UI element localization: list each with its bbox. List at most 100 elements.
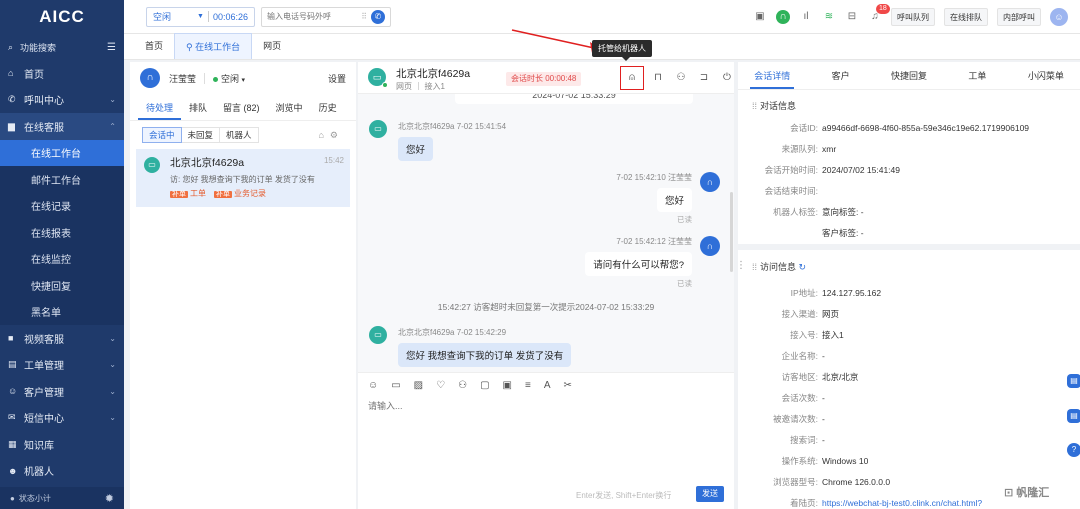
sidebar-item-online[interactable]: ▆ 在线客服 ⌃ xyxy=(0,113,124,140)
sidebar-item-callcenter[interactable]: ✆ 呼叫中心 ⌄ xyxy=(0,87,124,114)
info-value: - xyxy=(822,435,825,445)
sidebar-subitem-4[interactable]: 在线监控 xyxy=(0,245,124,272)
help-icon[interactable]: ? xyxy=(1067,443,1080,457)
sidebar-item-label: 呼叫中心 xyxy=(24,96,64,108)
customer-icon: ☺ xyxy=(8,386,18,397)
subtab-unreplied[interactable]: 未回复 xyxy=(180,127,221,143)
tab-online-workbench-label: 在线工作台 xyxy=(195,42,241,52)
chat-panel: 2024-07-02 15:33:29 ▭ 北京北京f4629a 网页 ｜ 接入… xyxy=(358,62,734,509)
sidebar-subitem-1[interactable]: 邮件工作台 xyxy=(0,166,124,193)
sidebar-item-sms[interactable]: ✉ 短信中心 ⌄ xyxy=(0,405,124,432)
folder-icon[interactable]: ▭ xyxy=(391,380,400,391)
transfer-to-robot-icon[interactable]: ⍝ xyxy=(620,66,644,90)
chat-scrollbar[interactable] xyxy=(730,192,733,272)
sidebar-subitem-3[interactable]: 在线报表 xyxy=(0,219,124,246)
sidebar-item-kb[interactable]: ▦ 知识库 xyxy=(0,431,124,458)
settings-link[interactable]: 设置 xyxy=(328,72,346,85)
user-avatar[interactable]: ☺ xyxy=(1050,7,1068,26)
collapse-menu-icon[interactable]: ☰ xyxy=(107,42,116,53)
tab-webpage[interactable]: 网页 xyxy=(252,33,292,59)
function-search[interactable]: ⌕ 功能搜索 ☰ xyxy=(0,34,124,60)
info-key: 被邀请次数: xyxy=(773,414,818,424)
tab-quick-reply[interactable]: 快捷回复 xyxy=(875,62,943,89)
tab-customer[interactable]: 客户 xyxy=(806,62,874,89)
filter-settings-icon[interactable]: ⌂⚙ xyxy=(318,130,344,141)
sidebar-item-home[interactable]: ⌂ 首页 xyxy=(0,60,124,87)
list-item[interactable]: ▭ 北京北京f4629a 15:42 访: 您好 我想查询下我的订单 发货了没有… xyxy=(136,149,350,207)
search-text-icon[interactable]: ≡ xyxy=(525,380,531,391)
screen-icon[interactable]: ▣ xyxy=(753,10,767,24)
sidebar-subitem-2[interactable]: 在线记录 xyxy=(0,192,124,219)
tab-browsing[interactable]: 浏览中 xyxy=(268,97,311,120)
scissors-icon[interactable]: ✂ xyxy=(563,380,571,391)
lock-icon[interactable]: ⊓ xyxy=(649,69,667,87)
panel-resize-handle[interactable]: ⋮ xyxy=(736,260,746,271)
online-queue-button[interactable]: 在线排队 xyxy=(944,7,988,26)
agent-avatar-icon: ∩ xyxy=(700,172,720,192)
knowledge-icon: ▦ xyxy=(8,438,17,449)
agent-status-select[interactable]: 空闲 ▼ 00:06:26 xyxy=(146,6,255,27)
satisfaction-icon[interactable]: ♡ xyxy=(436,380,445,391)
info-row: IP地址: 124.127.95.162 xyxy=(738,283,982,304)
send-button[interactable]: 发送 xyxy=(696,486,724,502)
quick-reply-icon[interactable]: ▢ xyxy=(480,380,489,391)
business-record-tag[interactable]: 补单 业务记录 xyxy=(214,188,266,199)
power-icon[interactable]: ⏻ xyxy=(718,69,736,87)
tab-history[interactable]: 历史 xyxy=(311,97,345,120)
tab-messages[interactable]: 留言 (82) xyxy=(215,97,268,120)
phone-icon: ✆ xyxy=(8,94,16,105)
sidebar-item-robot[interactable]: ☻ 机器人 xyxy=(0,458,124,485)
tab-queue[interactable]: 排队 xyxy=(181,97,215,120)
tab-session-detail[interactable]: 会话详情 xyxy=(738,62,806,89)
info-value: 北京/北京 xyxy=(822,372,859,382)
headset-status-icon[interactable]: ∩ xyxy=(776,9,790,24)
internal-call-button[interactable]: 内部呼叫 xyxy=(997,7,1041,26)
info-value[interactable]: https://webchat-bj-test0.clink.cn/chat.h… xyxy=(822,493,982,509)
info-key: 搜索词: xyxy=(790,435,818,445)
call-button[interactable]: ✆ xyxy=(371,9,385,24)
floating-record-icon[interactable]: ▤ xyxy=(1067,409,1080,423)
sun-icon[interactable]: ✹ xyxy=(105,492,114,505)
agent-online-status[interactable]: 空闲 ▾ xyxy=(213,72,245,85)
sidebar-subitem-5[interactable]: 快捷回复 xyxy=(0,272,124,299)
floating-note-icon[interactable]: ▤ xyxy=(1067,374,1080,388)
tab-mini-menu[interactable]: 小闪菜单 xyxy=(1012,62,1080,89)
subtab-robot[interactable]: 机器人 xyxy=(219,127,259,143)
call-queue-button[interactable]: 呼叫队列 xyxy=(891,7,935,26)
tab-home[interactable]: 首页 xyxy=(134,33,174,59)
subtab-in-session[interactable]: 会话中 xyxy=(142,127,182,143)
chevron-icon: ⌄ xyxy=(109,386,116,396)
refresh-icon[interactable]: ↻ xyxy=(799,262,807,272)
tab-online-workbench[interactable]: ⚲ 在线工作台 xyxy=(174,33,253,59)
sidebar-subitem-0[interactable]: 在线工作台 xyxy=(0,139,124,166)
minus-box-icon[interactable]: ⊟ xyxy=(845,10,859,24)
system-message: 15:42:27 访客超时未回复第一次提示2024-07-02 15:33:29 xyxy=(437,302,655,312)
screenshot-icon[interactable]: ▣ xyxy=(503,380,512,391)
sidebar-item-ticket[interactable]: ▤ 工单管理 ⌄ xyxy=(0,352,124,379)
exit-icon[interactable]: ⊐ xyxy=(695,69,713,87)
dial-input[interactable] xyxy=(267,12,347,21)
tab-pending[interactable]: 待处理 xyxy=(138,97,182,120)
sidebar-item-video[interactable]: ■ 视频客服 ⌄ xyxy=(0,325,124,352)
signal-bars-icon: ıl xyxy=(803,10,809,22)
sidebar-item-customer[interactable]: ☺ 客户管理 ⌄ xyxy=(0,378,124,405)
user-transfer-icon[interactable]: ⚇ xyxy=(672,69,690,87)
bell-icon[interactable]: ♫ 18 xyxy=(868,3,890,24)
user-card-icon[interactable]: ⚇ xyxy=(458,380,467,391)
video-icon: ■ xyxy=(8,333,14,344)
sidebar-item-label: 视频客服 xyxy=(24,334,64,346)
chevron-icon: ⌄ xyxy=(109,333,116,343)
dialpad-icon[interactable]: ⠿ xyxy=(361,12,367,21)
image-icon[interactable]: ▨ xyxy=(414,380,423,391)
font-icon[interactable]: A xyxy=(544,380,551,391)
emoji-icon[interactable]: ☺ xyxy=(368,380,378,391)
info-row: 会话结束时间: xyxy=(738,181,1080,202)
sidebar-subitem-6[interactable]: 黑名单 xyxy=(0,298,124,325)
tab-ticket[interactable]: 工单 xyxy=(943,62,1011,89)
status-summary[interactable]: ● 状态小计 ✹ xyxy=(0,487,124,509)
message-input[interactable] xyxy=(368,401,718,411)
info-key xyxy=(738,223,822,244)
ticket-tag[interactable]: 补单 工单 xyxy=(170,188,206,199)
sidebar-item-label: 首页 xyxy=(24,69,44,81)
info-value: 124.127.95.162 xyxy=(822,288,882,298)
